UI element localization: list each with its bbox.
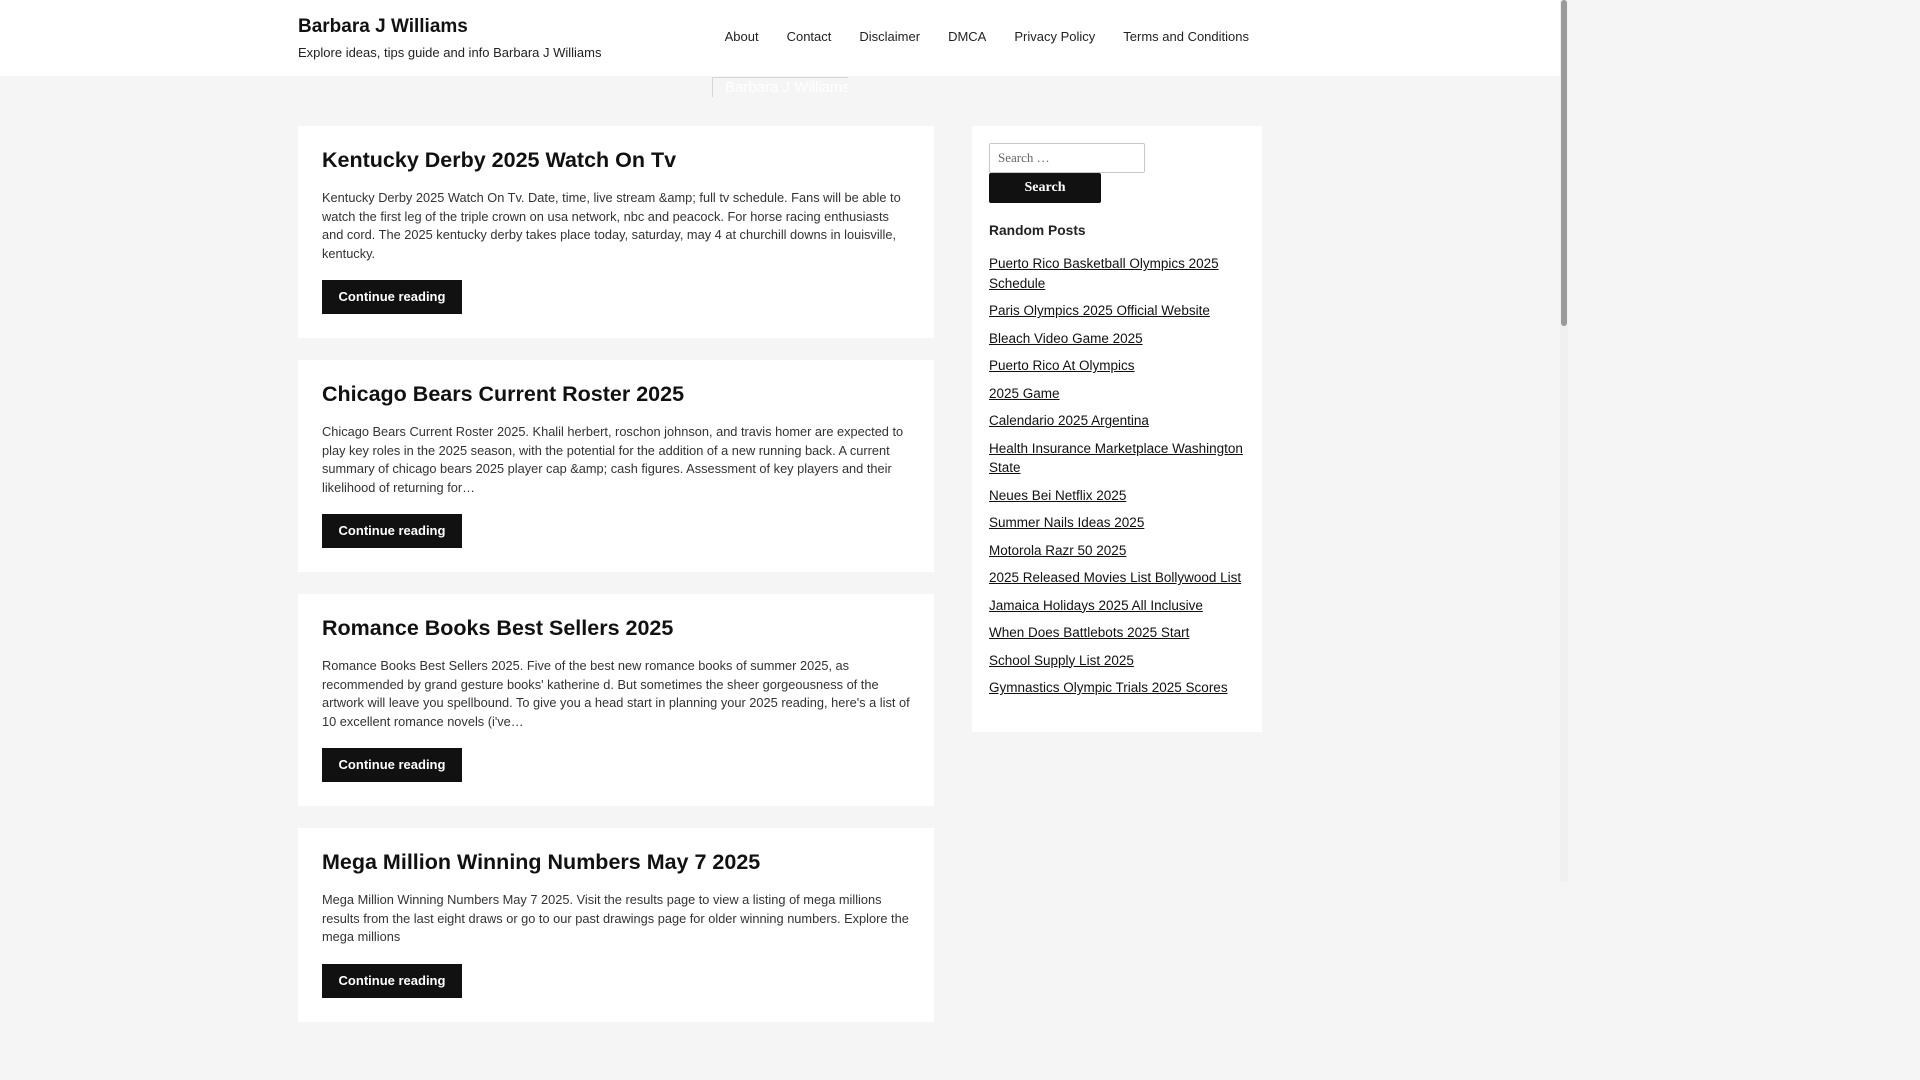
list-item: 2025 Released Movies List Bollywood List — [989, 568, 1246, 588]
list-item: Jamaica Holidays 2025 All Inclusive — [989, 596, 1246, 616]
post-title[interactable]: Mega Million Winning Numbers May 7 2025 — [322, 848, 910, 876]
search-button[interactable]: Search — [989, 173, 1101, 203]
post-excerpt: Kentucky Derby 2025 Watch On Tv. Date, t… — [322, 190, 901, 261]
random-post-link[interactable]: Paris Olympics 2025 Official Website — [989, 303, 1210, 318]
post-card: Kentucky Derby 2025 Watch On Tv Kentucky… — [298, 126, 934, 338]
site-branding: Barbara J Williams Explore ideas, tips g… — [298, 16, 601, 61]
list-item: Summer Nails Ideas 2025 — [989, 513, 1246, 533]
list-item: Neues Bei Netflix 2025 — [989, 486, 1246, 506]
nav-item-contact[interactable]: Contact — [787, 28, 832, 46]
list-item: Bleach Video Game 2025 — [989, 329, 1246, 349]
random-post-link[interactable]: Gymnastics Olympic Trials 2025 Scores — [989, 680, 1228, 695]
random-post-link[interactable]: Bleach Video Game 2025 — [989, 331, 1143, 346]
site-header: Barbara J Williams Explore ideas, tips g… — [0, 0, 1560, 76]
scrollbar-thumb[interactable] — [1561, 0, 1567, 326]
list-item: When Does Battlebots 2025 Start — [989, 623, 1246, 643]
post-card: Mega Million Winning Numbers May 7 2025 … — [298, 828, 934, 1022]
random-post-link[interactable]: Motorola Razr 50 2025 — [989, 543, 1126, 558]
continue-reading-button[interactable]: Continue reading — [322, 280, 462, 314]
random-post-link[interactable]: Puerto Rico At Olympics — [989, 358, 1135, 373]
random-post-link[interactable]: Summer Nails Ideas 2025 — [989, 515, 1144, 530]
site-description: Explore ideas, tips guide and info Barba… — [298, 45, 602, 60]
list-item: Motorola Razr 50 2025 — [989, 541, 1246, 561]
post-card: Romance Books Best Sellers 2025 Romance … — [298, 594, 934, 806]
post-title[interactable]: Chicago Bears Current Roster 2025 — [322, 380, 910, 408]
scrollbar-track[interactable] — [1560, 0, 1568, 882]
header-image-broken: Barbara J Williams — [712, 77, 848, 97]
random-post-link[interactable]: Health Insurance Marketplace Washington … — [989, 441, 1243, 476]
random-post-link[interactable]: When Does Battlebots 2025 Start — [989, 625, 1189, 640]
sidebar: Search Random Posts Puerto Rico Basketba… — [972, 126, 1262, 732]
list-item: Puerto Rico At Olympics — [989, 356, 1246, 376]
continue-reading-button[interactable]: Continue reading — [322, 963, 462, 998]
random-post-link[interactable]: School Supply List 2025 — [989, 653, 1134, 668]
random-post-link[interactable]: Jamaica Holidays 2025 All Inclusive — [989, 598, 1203, 613]
post-excerpt: Chicago Bears Current Roster 2025. Khali… — [322, 424, 904, 495]
nav-item-disclaimer[interactable]: Disclaimer — [859, 28, 920, 46]
random-posts-list: Puerto Rico Basketball Olympics 2025 Sch… — [989, 254, 1246, 698]
list-item: 2025 Game — [989, 384, 1246, 404]
post-excerpt: Mega Million Winning Numbers May 7 2025.… — [322, 892, 909, 944]
nav-item-dmca[interactable]: DMCA — [948, 28, 986, 46]
list-item: Health Insurance Marketplace Washington … — [989, 439, 1246, 478]
random-post-link[interactable]: Puerto Rico Basketball Olympics 2025 Sch… — [989, 256, 1219, 291]
posts-list: Kentucky Derby 2025 Watch On Tv Kentucky… — [298, 126, 934, 1044]
post-title[interactable]: Kentucky Derby 2025 Watch On Tv — [322, 146, 910, 174]
search-input[interactable] — [989, 143, 1145, 173]
random-post-link[interactable]: Calendario 2025 Argentina — [989, 413, 1149, 428]
list-item: Puerto Rico Basketball Olympics 2025 Sch… — [989, 254, 1246, 293]
random-post-link[interactable]: Neues Bei Netflix 2025 — [989, 488, 1126, 503]
nav-item-terms-and-conditions[interactable]: Terms and Conditions — [1123, 28, 1249, 46]
site-title-link[interactable]: Barbara J Williams — [298, 16, 601, 38]
post-title[interactable]: Romance Books Best Sellers 2025 — [322, 614, 910, 642]
list-item: School Supply List 2025 — [989, 651, 1246, 671]
list-item: Paris Olympics 2025 Official Website — [989, 301, 1246, 321]
list-item: Gymnastics Olympic Trials 2025 Scores — [989, 678, 1246, 698]
continue-reading-button[interactable]: Continue reading — [322, 748, 462, 782]
main-navigation: About Contact Disclaimer DMCA Privacy Po… — [725, 28, 1249, 46]
random-post-link[interactable]: 2025 Released Movies List Bollywood List — [989, 570, 1241, 585]
nav-item-about[interactable]: About — [725, 28, 759, 46]
list-item: Calendario 2025 Argentina — [989, 411, 1246, 431]
nav-item-privacy-policy[interactable]: Privacy Policy — [1014, 28, 1095, 46]
post-card: Chicago Bears Current Roster 2025 Chicag… — [298, 360, 934, 572]
post-excerpt: Romance Books Best Sellers 2025. Five of… — [322, 658, 910, 729]
continue-reading-button[interactable]: Continue reading — [322, 514, 462, 548]
random-post-link[interactable]: 2025 Game — [989, 386, 1060, 401]
random-posts-heading: Random Posts — [989, 223, 1086, 238]
search-form: Search — [989, 143, 1246, 203]
